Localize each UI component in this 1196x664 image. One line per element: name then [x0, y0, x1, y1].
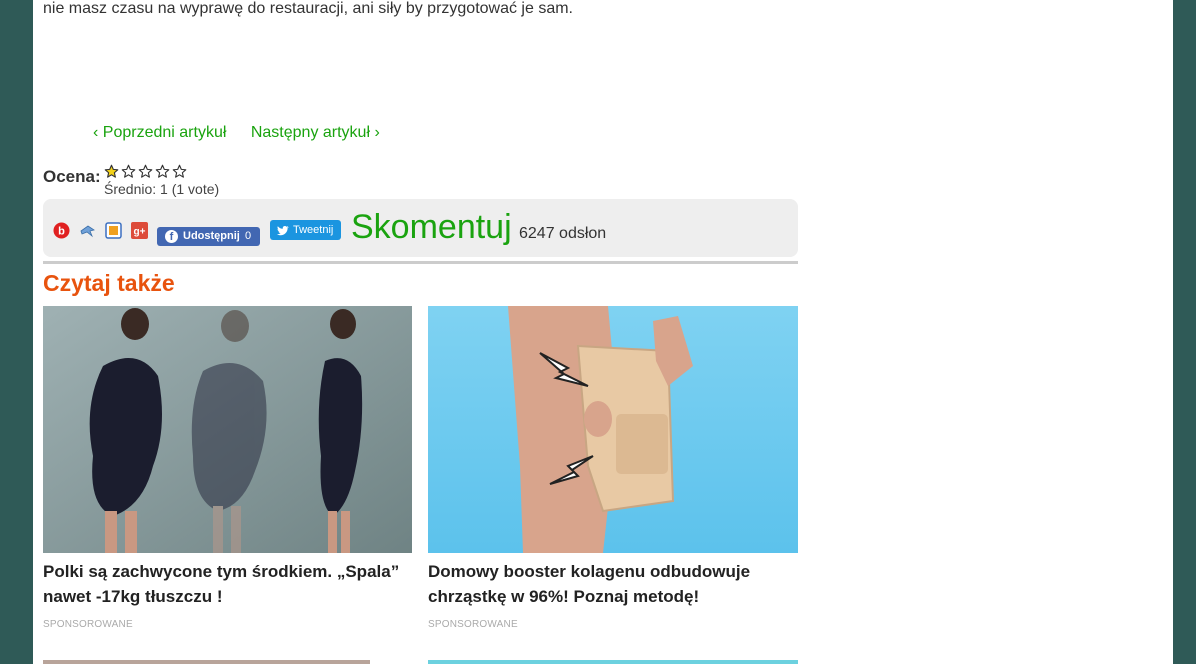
card-title[interactable]: Polki są zachwycone tym środkiem. „Spala…	[43, 559, 412, 609]
next-article-link[interactable]: Następny artykuł ›	[251, 124, 380, 141]
star-empty-icon[interactable]	[172, 164, 189, 180]
sponsored-label: SPONSOROWANE	[43, 619, 133, 630]
page-content: nie masz czasu na wyprawę do restauracji…	[33, 0, 1173, 664]
next-card-image-edge	[43, 660, 370, 664]
star-empty-icon[interactable]	[155, 164, 172, 180]
facebook-alt-icon[interactable]	[105, 222, 122, 239]
weight-loss-image[interactable]	[43, 306, 412, 553]
facebook-icon: f	[165, 230, 178, 243]
next-card-image-edge	[428, 660, 798, 664]
article-intro-text: nie masz czasu na wyprawę do restauracji…	[43, 0, 573, 17]
tweet-button[interactable]: Tweetnij	[270, 220, 341, 240]
twitter-bird-icon	[277, 220, 290, 246]
knee-brace-image[interactable]	[428, 306, 798, 553]
wykop-icon[interactable]	[79, 222, 96, 239]
google-plus-icon[interactable]: g+	[131, 222, 148, 239]
tweet-label: Tweetnij	[293, 224, 334, 236]
rating-average: Średnio: 1 (1 vote)	[104, 181, 220, 197]
view-count: 6247 odsłon	[519, 225, 607, 242]
svg-text:g+: g+	[134, 227, 146, 238]
read-also-title: Czytaj także	[43, 270, 175, 296]
rating-label: Ocena:	[43, 167, 101, 186]
star-filled-icon[interactable]	[104, 164, 121, 180]
facebook-share-label: Udostępnij	[183, 230, 240, 242]
sponsored-label: SPONSOROWANE	[428, 619, 518, 630]
blip-icon[interactable]: b	[53, 222, 70, 239]
read-also-card-2[interactable]: Domowy booster kolagenu odbudowuje chrzą…	[428, 306, 798, 630]
svg-text:b: b	[58, 226, 65, 238]
comment-link[interactable]: Skomentuj	[351, 208, 512, 247]
previous-article-link[interactable]: ‹ Poprzedni artykuł	[93, 124, 226, 141]
card-title[interactable]: Domowy booster kolagenu odbudowuje chrzą…	[428, 559, 798, 609]
facebook-share-count: 0	[245, 230, 252, 242]
article-navigation: ‹ Poprzedni artykuł Następny artykuł ›	[93, 124, 400, 142]
star-empty-icon[interactable]	[138, 164, 155, 180]
share-bar: b g+ f Udostępnij 0 Tweetnij Skomentuj 6…	[43, 199, 798, 257]
section-divider	[43, 261, 798, 264]
read-also-card-1[interactable]: Polki są zachwycone tym środkiem. „Spala…	[43, 306, 412, 630]
star-empty-icon[interactable]	[121, 164, 138, 180]
facebook-share-button[interactable]: f Udostępnij 0	[157, 227, 260, 246]
